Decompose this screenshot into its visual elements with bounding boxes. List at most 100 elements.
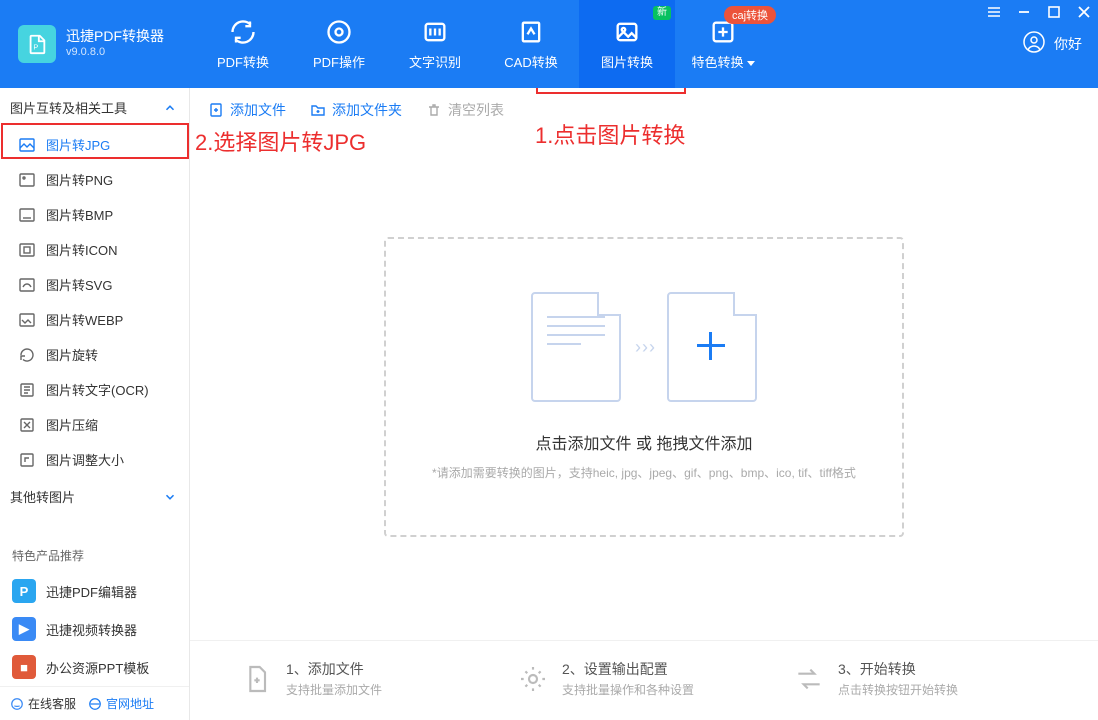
sidebar-item-label: 图片旋转 — [46, 345, 98, 364]
promo-ppt-templates[interactable]: ■办公资源PPT模板 — [0, 648, 189, 686]
sidebar-group-title: 图片互转及相关工具 — [10, 98, 127, 117]
button-label: 添加文件 — [230, 100, 286, 120]
tab-label: 图片转换 — [601, 52, 653, 71]
main-panel: 添加文件 添加文件夹 清空列表 › › › 点击添加文件 或 拖拽文件添加 *请… — [190, 88, 1098, 720]
sidebar-item-label: 图片转WEBP — [46, 310, 123, 329]
tab-ocr[interactable]: 文字识别 — [387, 0, 483, 88]
sidebar-item-img-to-svg[interactable]: 图片转SVG — [0, 267, 189, 302]
button-label: 清空列表 — [448, 100, 504, 120]
file-plus-outline-icon — [667, 292, 757, 402]
sidebar-item-img-to-webp[interactable]: 图片转WEBP — [0, 302, 189, 337]
promo-video-converter[interactable]: ▶迅捷视频转换器 — [0, 610, 189, 648]
sidebar-item-img-resize[interactable]: 图片调整大小 — [0, 442, 189, 477]
step-subtitle: 支持批量添加文件 — [286, 681, 382, 698]
resize-icon — [18, 451, 36, 469]
trash-icon — [426, 102, 442, 118]
tab-pdf-operate[interactable]: PDF操作 — [291, 0, 387, 88]
step-subtitle: 点击转换按钮开始转换 — [838, 681, 958, 698]
bmp-icon — [18, 206, 36, 224]
app-header: P 迅捷PDF转换器 v9.0.8.0 PDF转换 PDF操作 文字识别 CAD… — [0, 0, 1098, 88]
app-version: v9.0.8.0 — [66, 45, 164, 60]
png-icon — [18, 171, 36, 189]
sidebar-item-label: 图片转BMP — [46, 205, 113, 224]
sidebar-item-img-to-jpg[interactable]: 图片转JPG — [0, 127, 189, 162]
main-tabs: PDF转换 PDF操作 文字识别 CAD转换 新 图片转换 特色转换 — [195, 0, 1012, 88]
add-folder-button[interactable]: 添加文件夹 — [310, 100, 402, 120]
video-icon: ▶ — [12, 617, 36, 641]
compress-icon — [18, 416, 36, 434]
tab-label: PDF操作 — [313, 52, 365, 71]
sidebar: 图片互转及相关工具 图片转JPG 图片转PNG 图片转BMP 图片转ICON 图… — [0, 88, 190, 720]
file-plus-icon — [208, 102, 224, 118]
promo-section: 特色产品推荐 P迅捷PDF编辑器 ▶迅捷视频转换器 ■办公资源PPT模板 — [0, 531, 189, 686]
sidebar-item-img-to-png[interactable]: 图片转PNG — [0, 162, 189, 197]
badge-caj[interactable]: caj转换 — [724, 6, 776, 24]
sidebar-item-img-compress[interactable]: 图片压缩 — [0, 407, 189, 442]
file-outline-icon — [531, 292, 621, 402]
sidebar-item-img-to-icon[interactable]: 图片转ICON — [0, 232, 189, 267]
logo-area: P 迅捷PDF转换器 v9.0.8.0 — [0, 0, 195, 88]
add-file-button[interactable]: 添加文件 — [208, 100, 286, 120]
tab-label: 特色转换 — [691, 52, 754, 71]
webp-icon — [18, 311, 36, 329]
pdf-editor-icon: P — [12, 579, 36, 603]
sidebar-item-img-ocr[interactable]: 图片转文字(OCR) — [0, 372, 189, 407]
app-title: 迅捷PDF转换器 — [66, 28, 164, 45]
close-icon[interactable] — [1076, 4, 1092, 20]
ocr-icon — [18, 381, 36, 399]
file-drop-zone[interactable]: › › › 点击添加文件 或 拖拽文件添加 *请添加需要转换的图片，支持heic… — [384, 237, 904, 537]
steps-bar: 1、添加文件支持批量添加文件 2、设置输出配置支持批量操作和各种设置 3、开始转… — [190, 640, 1098, 720]
svg-icon — [18, 276, 36, 294]
maximize-icon[interactable] — [1046, 4, 1062, 20]
sidebar-item-img-rotate[interactable]: 图片旋转 — [0, 337, 189, 372]
tab-image-convert[interactable]: 新 图片转换 — [579, 0, 675, 88]
footer-links: 在线客服 官网地址 — [0, 686, 189, 720]
cad-file-icon — [516, 18, 546, 46]
gear-ring-icon — [324, 18, 354, 46]
chevron-up-icon — [163, 101, 177, 115]
headset-icon — [10, 697, 24, 711]
sidebar-item-label: 图片转文字(OCR) — [46, 380, 149, 399]
tab-label: CAD转换 — [504, 52, 557, 71]
step-1: 1、添加文件支持批量添加文件 — [240, 659, 516, 698]
link-online-support[interactable]: 在线客服 — [10, 695, 76, 712]
tab-pdf-convert[interactable]: PDF转换 — [195, 0, 291, 88]
user-nickname: 你好 — [1054, 34, 1082, 54]
minimize-icon[interactable] — [1016, 4, 1032, 20]
jpg-icon — [18, 136, 36, 154]
ie-icon — [88, 697, 102, 711]
sidebar-item-label: 图片转JPG — [46, 135, 110, 154]
step-subtitle: 支持批量操作和各种设置 — [562, 681, 694, 698]
step-title: 2、设置输出配置 — [562, 659, 694, 679]
app-logo-icon: P — [18, 25, 56, 63]
clear-list-button[interactable]: 清空列表 — [426, 100, 504, 120]
refresh-icon — [228, 18, 258, 46]
file-add-icon — [240, 662, 274, 696]
sidebar-group-other-to-image[interactable]: 其他转图片 — [0, 477, 189, 516]
image-icon — [612, 18, 642, 46]
menu-icon[interactable] — [986, 4, 1002, 20]
sidebar-group-image-tools[interactable]: 图片互转及相关工具 — [0, 88, 189, 127]
drop-zone-hint: *请添加需要转换的图片，支持heic, jpg、jpeg、gif、png、bmp… — [432, 464, 856, 481]
promo-label: 办公资源PPT模板 — [46, 658, 149, 677]
tab-label: 文字识别 — [409, 52, 461, 71]
chevron-down-icon — [163, 490, 177, 504]
step-2: 2、设置输出配置支持批量操作和各种设置 — [516, 659, 792, 698]
chevrons-right-icon: › › › — [635, 337, 653, 358]
button-label: 添加文件夹 — [332, 100, 402, 120]
step-title: 1、添加文件 — [286, 659, 382, 679]
rotate-icon — [18, 346, 36, 364]
link-official-site[interactable]: 官网地址 — [88, 695, 154, 712]
tab-cad[interactable]: CAD转换 — [483, 0, 579, 88]
convert-icon — [792, 662, 826, 696]
badge-new: 新 — [653, 6, 671, 20]
step-3: 3、开始转换点击转换按钮开始转换 — [792, 659, 1068, 698]
sidebar-item-img-to-bmp[interactable]: 图片转BMP — [0, 197, 189, 232]
promo-pdf-editor[interactable]: P 迅捷PDF编辑器 — [0, 572, 189, 610]
drop-zone-graphic: › › › — [531, 292, 757, 402]
promo-label: 迅捷PDF编辑器 — [46, 582, 137, 601]
sidebar-item-label: 图片转SVG — [46, 275, 112, 294]
drop-zone-text: 点击添加文件 或 拖拽文件添加 — [536, 430, 753, 454]
sidebar-item-label: 图片压缩 — [46, 415, 98, 434]
bars-icon — [420, 18, 450, 46]
